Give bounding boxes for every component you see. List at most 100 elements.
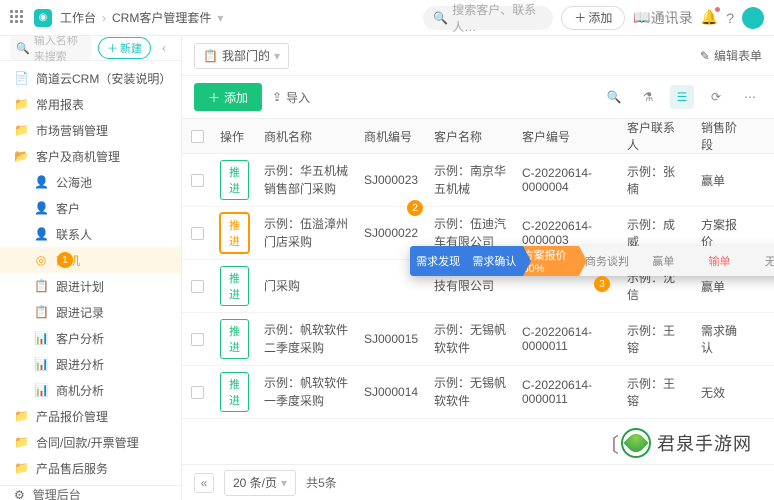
- nav-item-contract[interactable]: 📁合同/回款/开票管理: [0, 429, 181, 455]
- nav-item-followplan[interactable]: 📋跟进计划: [0, 273, 181, 299]
- contacts-link[interactable]: 📖 通讯录: [633, 8, 692, 28]
- nav-item-pool[interactable]: 👤公海池: [0, 169, 181, 195]
- col-custcode: 客户编号: [514, 119, 619, 153]
- badge-2: 2: [407, 200, 423, 216]
- bell-icon[interactable]: 🔔: [701, 9, 718, 26]
- admin-link[interactable]: ⚙管理后台: [0, 485, 181, 500]
- header: ◉ 工作台 › CRM客户管理套件 ▾ 🔍 搜索客户、联系人… ＋添加 📖 通讯…: [0, 0, 774, 36]
- col-stage: 销售阶段: [693, 119, 753, 153]
- logo-icon: ◉: [34, 9, 52, 27]
- pagesize-select[interactable]: 20 条/页 ▾: [224, 470, 296, 496]
- stage-quote[interactable]: 方案报价 60%: [523, 246, 579, 276]
- watermark: 〔 君泉手游网: [599, 428, 752, 458]
- checkbox-all[interactable]: [191, 130, 204, 143]
- stage-win[interactable]: 赢单: [635, 246, 691, 276]
- table-row[interactable]: 推进示例：华五机械销售部门采购SJ000023示例：南京华五机械C-202206…: [182, 154, 774, 207]
- chart-icon: 📊: [34, 383, 48, 397]
- stage-confirm[interactable]: 需求确认: [466, 246, 522, 276]
- nav-item-client[interactable]: 👤客户: [0, 195, 181, 221]
- row-checkbox[interactable]: [191, 333, 204, 346]
- breadcrumb-workbench[interactable]: 工作台: [60, 9, 96, 26]
- folder-icon: 📁: [14, 461, 28, 475]
- row-checkbox[interactable]: [191, 174, 204, 187]
- add-record-button[interactable]: ＋添加: [194, 83, 262, 111]
- collapse-icon[interactable]: ‹: [157, 41, 171, 55]
- push-button[interactable]: 推进: [220, 160, 249, 200]
- chevron-right-icon: ›: [102, 11, 106, 25]
- gear-icon: ⚙: [14, 488, 25, 500]
- user-icon: 👤: [34, 175, 48, 189]
- new-button[interactable]: ＋新建: [98, 37, 151, 59]
- nav-item-contact[interactable]: 👤联系人: [0, 221, 181, 247]
- sidebar-search[interactable]: 🔍输入名称来搜索: [10, 36, 92, 60]
- breadcrumb: 工作台 › CRM客户管理套件 ▾: [60, 9, 223, 26]
- col-op: 操作: [212, 119, 256, 153]
- nav-item-reports[interactable]: 📁常用报表: [0, 91, 181, 117]
- edit-form-link[interactable]: ✎ 编辑表单: [700, 47, 762, 64]
- cell-cust: 技有限公司: [434, 277, 494, 295]
- search-icon[interactable]: 🔍: [602, 85, 626, 109]
- pager: « 20 条/页 ▾ 共5条: [182, 464, 774, 500]
- nav-item-oppanalysis[interactable]: 📊商机分析: [0, 377, 181, 403]
- filter-icon[interactable]: ⚗: [636, 85, 660, 109]
- cell-code: SJ000015: [356, 319, 426, 359]
- nav-item-marketing[interactable]: 📁市场营销管理: [0, 117, 181, 143]
- push-button[interactable]: 推进: [220, 372, 249, 412]
- stage-lose[interactable]: 输单: [691, 246, 747, 276]
- cell-stage: 赢单: [693, 160, 753, 200]
- global-search[interactable]: 🔍 搜索客户、联系人…: [423, 6, 553, 30]
- import-button[interactable]: ⇪ 导入: [272, 89, 310, 106]
- stage-negotiate[interactable]: 商务谈判: [579, 246, 635, 276]
- nav-item-followanalysis[interactable]: 📊跟进分析: [0, 351, 181, 377]
- list-view-icon[interactable]: ☰: [670, 85, 694, 109]
- search-icon: 🔍: [433, 11, 448, 25]
- nav-item-install[interactable]: 📄简道云CRM（安装说明）: [0, 65, 181, 91]
- nav-item-opportunity[interactable]: ◎商机1: [0, 247, 181, 273]
- scope-select[interactable]: 📋 我部门的 ▾: [194, 43, 289, 69]
- list-icon: 📋: [34, 305, 48, 319]
- cell-cust: 示例：南京华五机械: [434, 162, 506, 198]
- table-row[interactable]: 推进示例：帆软软件二季度采购SJ000015示例：无锡帆软软件C-2022061…: [182, 313, 774, 366]
- cell-name: 示例：华五机械销售部门采购: [264, 162, 348, 198]
- refresh-icon[interactable]: ⟳: [704, 85, 728, 109]
- cell-contact: 示例：王镕: [619, 372, 693, 412]
- nav-item-followrec[interactable]: 📋跟进记录: [0, 299, 181, 325]
- apps-icon[interactable]: [10, 10, 26, 26]
- nav-item-service[interactable]: 📁产品售后服务: [0, 455, 181, 481]
- folder-open-icon: 📂: [14, 149, 28, 163]
- row-checkbox[interactable]: [191, 227, 204, 240]
- row-checkbox[interactable]: [191, 280, 204, 293]
- push-button[interactable]: 推进: [220, 319, 249, 359]
- row-checkbox[interactable]: [191, 386, 204, 399]
- cell-name: 示例：伍溢漳州门店采购: [264, 215, 348, 251]
- cell-contact: 示例：王镕: [619, 319, 693, 359]
- col-contact: 客户联系人: [619, 119, 693, 153]
- nav-item-customer[interactable]: 📂客户及商机管理: [0, 143, 181, 169]
- more-icon[interactable]: ⋯: [738, 85, 762, 109]
- sidebar: 🔍输入名称来搜索 ＋新建 ‹ 📄简道云CRM（安装说明） 📁常用报表 📁市场营销…: [0, 36, 182, 500]
- cell-cust: 示例：无锡帆软软件: [434, 321, 506, 357]
- nav: 📄简道云CRM（安装说明） 📁常用报表 📁市场营销管理 📂客户及商机管理 👤公海…: [0, 61, 181, 485]
- push-button[interactable]: 推进: [220, 266, 249, 306]
- table-row[interactable]: 推进示例：帆软软件一季度采购SJ000014示例：无锡帆软软件C-2022061…: [182, 366, 774, 419]
- add-button[interactable]: ＋添加: [561, 6, 625, 30]
- nav-item-custanalysis[interactable]: 📊客户分析: [0, 325, 181, 351]
- chart-icon: 📊: [34, 331, 48, 345]
- cell-cust: 示例：无锡帆软软件: [434, 374, 506, 410]
- push-button[interactable]: 推进: [220, 213, 249, 253]
- folder-icon: 📁: [14, 435, 28, 449]
- search-placeholder: 搜索客户、联系人…: [452, 1, 543, 35]
- page-prev[interactable]: «: [194, 473, 214, 493]
- nav-item-quote[interactable]: 📁产品报价管理: [0, 403, 181, 429]
- table-header: 操作 商机名称 商机编号 客户名称 客户编号 客户联系人 销售阶段: [182, 118, 774, 154]
- target-icon: ◎: [34, 253, 48, 267]
- breadcrumb-suite[interactable]: CRM客户管理套件: [112, 9, 211, 26]
- folder-icon: 📁: [14, 409, 28, 423]
- avatar[interactable]: [742, 7, 764, 29]
- cell-name: 门采购: [264, 277, 300, 295]
- badge-1: 1: [57, 252, 73, 268]
- col-name: 商机名称: [256, 119, 356, 153]
- help-icon[interactable]: ?: [726, 10, 734, 26]
- stage-discover[interactable]: 需求发现: [410, 246, 466, 276]
- chevron-down-icon[interactable]: ▾: [217, 11, 223, 25]
